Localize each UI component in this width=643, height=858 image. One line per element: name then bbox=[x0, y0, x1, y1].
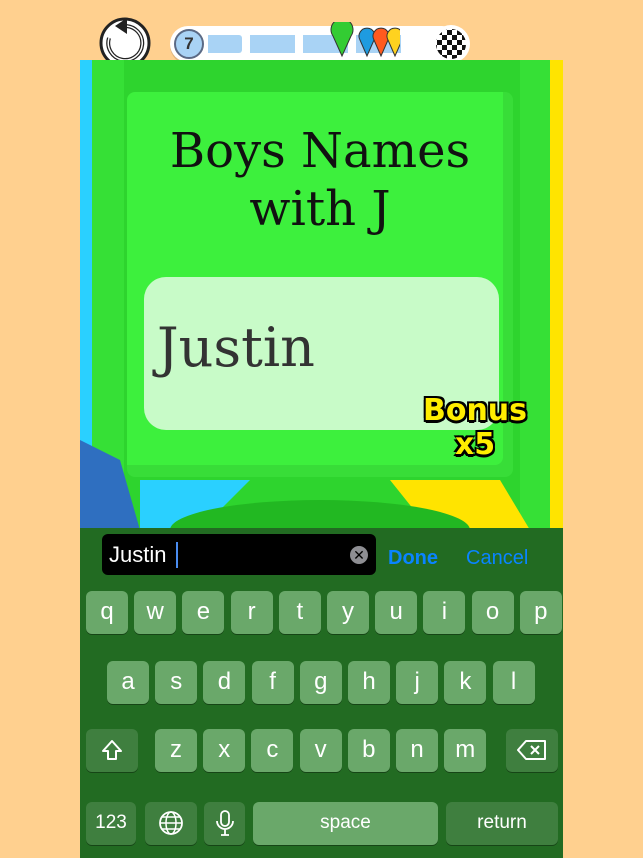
key-i[interactable]: i bbox=[423, 591, 466, 634]
done-button[interactable]: Done bbox=[388, 547, 438, 570]
answer-text: Justin bbox=[157, 316, 315, 379]
key-b[interactable]: b bbox=[347, 729, 390, 772]
cancel-button[interactable]: Cancel bbox=[466, 547, 528, 570]
key-w[interactable]: w bbox=[134, 591, 177, 634]
key-x[interactable]: x bbox=[203, 729, 246, 772]
return-key[interactable]: return bbox=[446, 802, 558, 845]
key-g[interactable]: g bbox=[299, 661, 342, 704]
bonus-line-2: x5 bbox=[454, 427, 496, 462]
key-t[interactable]: t bbox=[278, 591, 321, 634]
key-r[interactable]: r bbox=[230, 591, 273, 634]
key-a[interactable]: a bbox=[107, 661, 149, 704]
key-c[interactable]: c bbox=[251, 729, 294, 772]
backspace-key[interactable] bbox=[506, 729, 558, 772]
key-z[interactable]: z bbox=[155, 729, 197, 772]
key-s[interactable]: s bbox=[155, 661, 198, 704]
clear-x-icon[interactable]: ✕ bbox=[350, 546, 368, 564]
key-v[interactable]: v bbox=[299, 729, 342, 772]
key-n[interactable]: n bbox=[396, 729, 438, 772]
key-f[interactable]: f bbox=[251, 661, 294, 704]
key-d[interactable]: d bbox=[203, 661, 246, 704]
shift-key[interactable] bbox=[86, 729, 138, 772]
key-y[interactable]: y bbox=[327, 591, 369, 634]
progress-segment bbox=[250, 35, 295, 53]
text-caret bbox=[176, 542, 178, 568]
globe-icon bbox=[159, 811, 183, 835]
level-badge: 7 bbox=[174, 29, 204, 59]
progress-segment bbox=[208, 35, 242, 53]
key-u[interactable]: u bbox=[375, 591, 418, 634]
player-pins bbox=[330, 22, 400, 58]
key-m[interactable]: m bbox=[444, 729, 487, 772]
category-title: Boys Names with J bbox=[127, 122, 513, 238]
input-value: Justin bbox=[109, 542, 167, 567]
checkered-flag-icon bbox=[432, 25, 470, 63]
shift-arrow-icon bbox=[102, 740, 122, 760]
microphone-icon bbox=[215, 810, 234, 836]
key-k[interactable]: k bbox=[444, 661, 487, 704]
microphone-key[interactable] bbox=[204, 802, 245, 845]
bonus-line-1: Bonus bbox=[422, 393, 528, 428]
globe-key[interactable] bbox=[145, 802, 197, 845]
title-line-1: Boys Names bbox=[169, 123, 471, 179]
space-key[interactable]: space bbox=[253, 802, 438, 845]
key-h[interactable]: h bbox=[348, 661, 390, 704]
key-p[interactable]: p bbox=[519, 591, 562, 634]
key-e[interactable]: e bbox=[182, 591, 225, 634]
numbers-key[interactable]: 123 bbox=[86, 802, 136, 845]
key-j[interactable]: j bbox=[396, 661, 439, 704]
key-o[interactable]: o bbox=[471, 591, 514, 634]
key-q[interactable]: q bbox=[86, 591, 128, 634]
key-l[interactable]: l bbox=[492, 661, 535, 704]
level-progress-bar: 7 bbox=[170, 22, 470, 64]
title-line-2: with J bbox=[249, 181, 391, 237]
bonus-label: Bonus x5 bbox=[400, 394, 550, 462]
backspace-icon bbox=[517, 740, 546, 760]
